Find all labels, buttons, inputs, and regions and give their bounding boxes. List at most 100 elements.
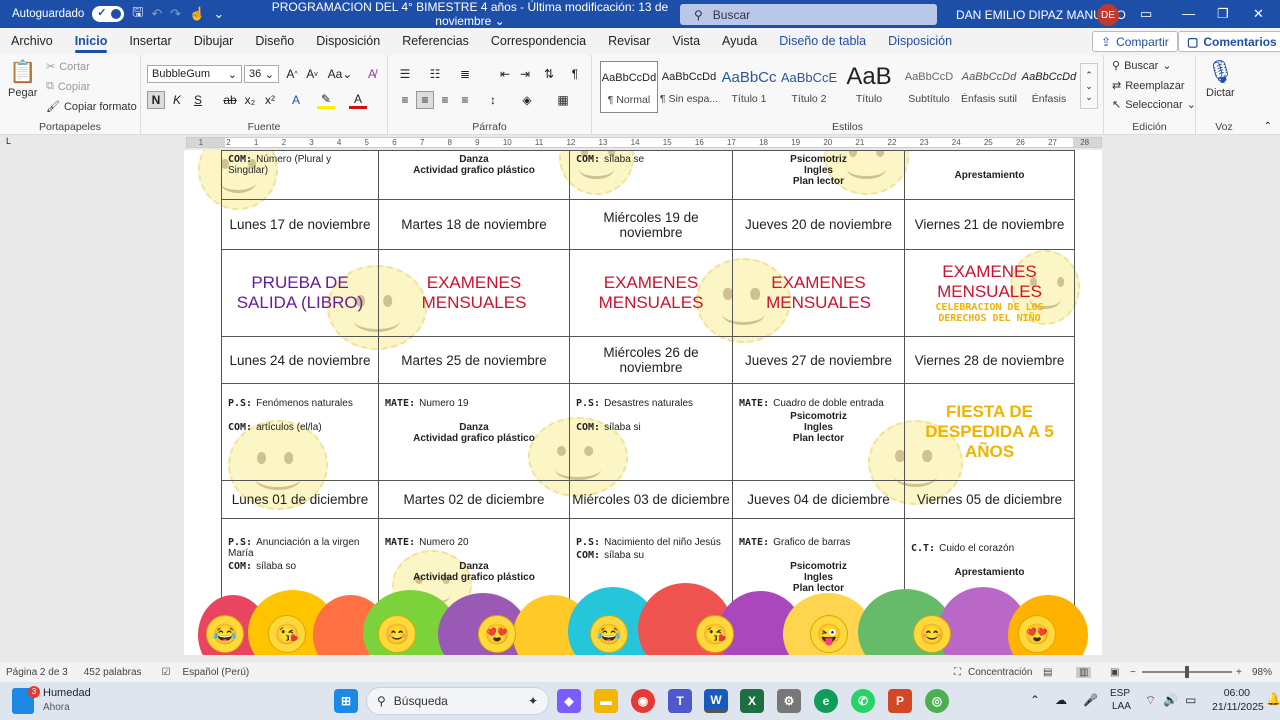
style-titulo-1[interactable]: AaBbCc Título 1 <box>720 61 778 113</box>
style-normal[interactable]: AaBbCcDd ¶ Normal <box>600 61 658 113</box>
cut-button[interactable]: ✂ Cortar <box>46 60 90 74</box>
numbering-icon[interactable]: ☷ <box>426 65 444 83</box>
align-center-icon[interactable]: ≡ <box>416 91 434 109</box>
tab-insertar[interactable]: Insertar <box>118 28 182 55</box>
date-cell[interactable]: Martes 25 de noviembre <box>378 336 570 384</box>
select-button[interactable]: ↖ Seleccionar ⌄ <box>1112 98 1196 112</box>
app-icon[interactable]: ⚙ <box>777 689 801 713</box>
share-button[interactable]: ⇪ Compartir <box>1092 31 1178 52</box>
language-indicator[interactable]: Español (Perú) <box>183 667 250 678</box>
edge-icon[interactable]: e <box>814 689 838 713</box>
bullets-icon[interactable]: ☰ <box>396 65 414 83</box>
teams-icon[interactable]: T <box>668 689 692 713</box>
schedule-cell[interactable]: MATE: Cuadro de doble entrada Psicomotriz I… <box>732 383 905 481</box>
excel-icon[interactable]: X <box>740 689 764 713</box>
zoom-in-icon[interactable]: + <box>1236 667 1242 678</box>
avatar[interactable]: DE <box>1097 4 1119 26</box>
tab-correspondencia[interactable]: Correspondencia <box>480 28 597 55</box>
style-sin-espaciado[interactable]: AaBbCcDd ¶ Sin espa... <box>660 61 718 113</box>
document-page[interactable]: COM: Número (Plural y Singular) Danza Acti… <box>184 150 1102 655</box>
increase-indent-icon[interactable]: ⇥ <box>516 65 534 83</box>
line-spacing-icon[interactable]: ↕ <box>484 91 502 109</box>
date-cell[interactable]: Jueves 04 de diciembre <box>732 480 905 519</box>
style-enfasis[interactable]: AaBbCcDd Énfasis <box>1020 61 1078 113</box>
date-cell[interactable]: Jueves 27 de noviembre <box>732 336 905 384</box>
whatsapp-icon[interactable]: ✆ <box>851 689 875 713</box>
zoom-slider[interactable] <box>1142 666 1232 678</box>
schedule-cell[interactable]: Aprestamiento <box>904 150 1075 200</box>
change-case-icon[interactable]: Aa⌄ <box>327 65 353 83</box>
wifi-icon[interactable]: ⌔ <box>1145 693 1156 708</box>
date-cell[interactable]: Martes 18 de noviembre <box>378 199 570 250</box>
grow-font-icon[interactable]: A ^ <box>283 65 301 83</box>
tab-dibujar[interactable]: Dibujar <box>183 28 245 55</box>
search-box[interactable]: ⚲ Buscar <box>680 4 937 25</box>
tab-diseno[interactable]: Diseño <box>244 28 305 55</box>
schedule-cell[interactable]: MATE: Numero 19 Danza Actividad grafico plá… <box>378 383 570 481</box>
format-painter-button[interactable]: 🖌 Copiar formato <box>46 100 137 114</box>
tab-diseno-tabla[interactable]: Diseño de tabla <box>768 28 877 55</box>
taskbar-search[interactable]: ⚲ Búsqueda ✦ <box>366 687 549 715</box>
horizontal-ruler[interactable]: L 1 2 1 2 3 4 5 6 7 8 9 10 11 12 13 14 15 16 17 18 19 20 21 22 2… <box>0 135 1280 150</box>
show-marks-icon[interactable]: ¶ <box>566 65 584 83</box>
word-count[interactable]: 452 palabras <box>84 667 142 678</box>
save-icon[interactable]: 🖫 <box>132 3 143 25</box>
web-layout-icon[interactable]: ▣ <box>1110 667 1119 678</box>
input-layout[interactable]: LAA <box>1112 701 1131 712</box>
zoom-out-icon[interactable]: − <box>1130 667 1136 678</box>
style-titulo[interactable]: AaB Título <box>840 61 898 113</box>
style-titulo-2[interactable]: AaBbCcE Título 2 <box>780 61 838 113</box>
text-effects-icon[interactable]: A <box>287 91 305 109</box>
autosave-toggle[interactable] <box>92 6 125 22</box>
chrome-icon[interactable]: ◉ <box>631 689 655 713</box>
font-size-combo[interactable]: 36 ⌄ <box>244 65 279 83</box>
zoom-level[interactable]: 98% <box>1252 667 1272 678</box>
date-cell[interactable]: Martes 02 de diciembre <box>378 480 570 519</box>
word-icon[interactable]: W <box>704 689 728 713</box>
tab-referencias[interactable]: Referencias <box>391 28 480 55</box>
tab-vista[interactable]: Vista <box>661 28 711 55</box>
schedule-cell[interactable]: Danza Actividad grafico plástico <box>378 150 570 200</box>
schedule-cell[interactable]: COM: sílaba se <box>569 150 733 200</box>
schedule-cell[interactable]: EXAMENES MENSUALES <box>732 249 905 337</box>
dictate-button[interactable]: 🎙 Dictar <box>1206 59 1235 99</box>
date-cell[interactable]: Viernes 05 de diciembre <box>904 480 1075 519</box>
date-cell[interactable]: Jueves 20 de noviembre <box>732 199 905 250</box>
powerpoint-icon[interactable]: P <box>888 689 912 713</box>
customize-toolbar-icon[interactable]: ⌄ <box>213 6 224 22</box>
maximize-icon[interactable]: ❐ <box>1217 6 1229 22</box>
justify-icon[interactable]: ≡ <box>456 91 474 109</box>
comments-button[interactable]: ▢ Comentarios <box>1178 31 1280 52</box>
font-name-combo[interactable]: BubbleGum ⌄ <box>147 65 242 83</box>
focus-mode-button[interactable]: Concentración <box>968 667 1032 678</box>
date-cell[interactable]: Lunes 01 de diciembre <box>221 480 379 519</box>
notifications-icon[interactable]: 🔔 <box>1266 692 1280 706</box>
schedule-cell[interactable]: P.S: Fenómenos naturales COM: artículos (el… <box>221 383 379 481</box>
weather-title[interactable]: Humedad <box>43 687 91 699</box>
focus-mode-icon[interactable]: ⛶ <box>954 667 961 678</box>
schedule-cell[interactable]: Psicomotriz Ingles Plan lector <box>732 150 905 200</box>
style-enfasis-sutil[interactable]: AaBbCcDd Énfasis sutil <box>960 61 1018 113</box>
date-cell[interactable]: Miércoles 03 de diciembre <box>569 480 733 519</box>
tab-inicio[interactable]: Inicio <box>64 28 119 55</box>
multilevel-list-icon[interactable]: ≣ <box>456 65 474 83</box>
print-layout-icon[interactable]: ▥ <box>1076 666 1092 678</box>
redo-icon[interactable]: ↷ <box>170 6 181 22</box>
tab-ayuda[interactable]: Ayuda <box>711 28 768 55</box>
borders-icon[interactable]: ▦ <box>554 91 572 109</box>
date-cell[interactable]: Miércoles 19 de noviembre <box>569 199 733 250</box>
decrease-indent-icon[interactable]: ⇤ <box>496 65 514 83</box>
close-icon[interactable]: ✕ <box>1253 6 1264 22</box>
proofing-icon[interactable]: ☑ <box>162 667 171 678</box>
tab-disposicion[interactable]: Disposición <box>305 28 391 55</box>
schedule-cell[interactable]: EXAMENES MENSUALES <box>569 249 733 337</box>
clock-time[interactable]: 06:00 <box>1210 687 1250 699</box>
italic-button[interactable]: K <box>168 91 186 109</box>
volume-icon[interactable]: 🔊 <box>1163 693 1178 707</box>
ribbon-display-icon[interactable]: ▭ <box>1140 6 1152 22</box>
tray-overflow-icon[interactable]: ⌃ <box>1030 693 1040 707</box>
start-icon[interactable]: ⊞ <box>334 689 358 713</box>
styles-gallery-more-icon[interactable]: ⌃ ⌄ ⌄ <box>1080 63 1098 109</box>
weather-subtitle[interactable]: Ahora <box>43 702 70 713</box>
input-language[interactable]: ESP <box>1110 688 1130 699</box>
